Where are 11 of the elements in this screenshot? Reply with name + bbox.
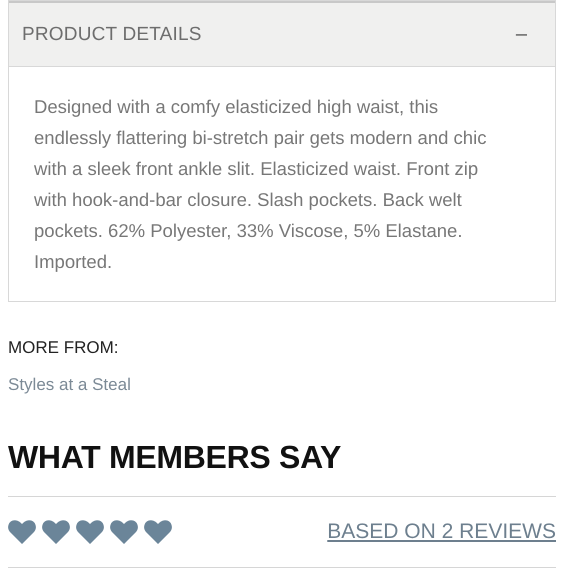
product-description: Designed with a comfy elasticized high waist, this endlessly flattering bi-stretch pair gets modern and chic with a sleek front ankle slit. Elasticized waist. Front zip with hook-and-bar closure. Slash pockets. Back welt pockets. 62% Polyester, 33% Viscose, 5% Elastane. Imported. bbox=[33, 95, 488, 274]
reviews-heading: WHAT MEMBERS SAY bbox=[8, 439, 342, 476]
more-from-label: MORE FROM: bbox=[8, 338, 120, 358]
heart-icon bbox=[144, 520, 172, 544]
heart-icon bbox=[76, 520, 104, 544]
heart-icon bbox=[8, 520, 36, 544]
heart-icon bbox=[110, 520, 138, 544]
collection-link[interactable]: Styles at a Steal bbox=[8, 375, 131, 395]
heart-icon bbox=[42, 520, 70, 544]
reviews-link[interactable]: BASED ON 2 REVIEWS bbox=[327, 520, 556, 544]
accordion-header[interactable]: PRODUCT DETAILS – bbox=[9, 1, 555, 67]
